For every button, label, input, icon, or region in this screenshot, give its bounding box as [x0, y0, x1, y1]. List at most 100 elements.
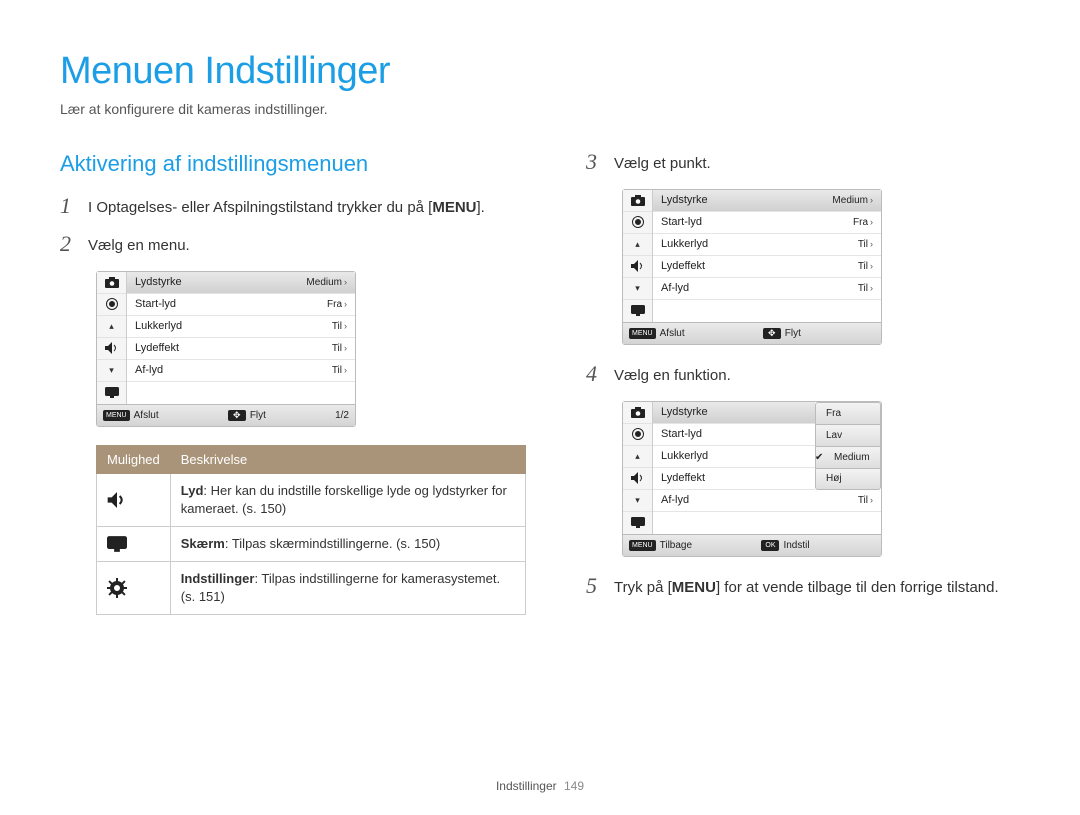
row-value: Fra› [327, 299, 347, 310]
menu-row[interactable]: Lydeffekt Til› [127, 338, 355, 360]
option-item[interactable]: Høj [815, 468, 881, 490]
option-item[interactable]: Lav [815, 424, 881, 446]
option-submenu: Fra Lav ✔Medium Høj [815, 402, 881, 490]
menu-row[interactable]: Lukkerlyd [653, 446, 815, 468]
menu-row[interactable]: Start-lyd [653, 424, 815, 446]
step-text: Tryk på [MENU] for at vende tilbage til … [614, 575, 999, 599]
monitor-icon [97, 526, 171, 561]
menu-row[interactable]: Af-lyd Til› [127, 360, 355, 382]
menu-row[interactable]: Start-lyd Fra› [127, 294, 355, 316]
step-number: 5 [586, 575, 602, 597]
chevron-down-icon[interactable]: ▾ [97, 360, 126, 382]
menu-row[interactable]: Lydeffekt Til› [653, 256, 881, 278]
monitor-icon[interactable] [623, 512, 652, 534]
monitor-icon[interactable] [623, 300, 652, 322]
table-desc: Skærm: Tilpas skærmindstillingerne. (s. … [170, 526, 525, 561]
section-heading: Aktivering af indstillingsmenuen [60, 151, 526, 177]
record-icon[interactable] [97, 294, 126, 316]
step-2: 2 Vælg en menu. [60, 233, 526, 257]
chevron-up-icon[interactable]: ▴ [623, 234, 652, 256]
chevron-up-icon[interactable]: ▴ [623, 446, 652, 468]
step-1-post: ]. [477, 199, 485, 216]
widget-footer: MENU Afslut ✥ Flyt [623, 322, 881, 344]
record-icon[interactable] [623, 212, 652, 234]
menu-row[interactable]: Af-lyd Til› [653, 490, 881, 512]
left-column: Aktivering af indstillingsmenuen 1 I Opt… [60, 151, 526, 615]
footer-back-label: Tilbage [660, 540, 692, 551]
speaker-icon [97, 473, 171, 526]
speaker-icon[interactable] [97, 338, 126, 360]
record-icon[interactable] [623, 424, 652, 446]
row-label: Lydeffekt [661, 260, 705, 272]
chevron-right-icon: › [344, 277, 347, 287]
chevron-right-icon: › [344, 321, 347, 331]
row-label: Af-lyd [661, 494, 689, 506]
camera-menu-widget-2: ▴ ▾ Lydstyrke Medium› Start-lyd Fra› [622, 189, 882, 345]
page-title: Menuen Indstillinger [60, 50, 1020, 93]
step-5: 5 Tryk på [MENU] for at vende tilbage ti… [586, 575, 1020, 599]
chevron-right-icon: › [344, 299, 347, 309]
step-1-pre: I Optagelses- eller Afspilningstilstand … [88, 199, 432, 216]
menu-row[interactable]: Lydstyrke [653, 402, 815, 424]
widget-footer: MENU Tilbage OK Indstil [623, 534, 881, 556]
chevron-right-icon: › [344, 365, 347, 375]
step-5-pre: Tryk på [ [614, 579, 672, 596]
menu-row[interactable]: Af-lyd Til› [653, 278, 881, 300]
footer-move-label: Flyt [785, 328, 801, 339]
camera-icon[interactable] [97, 272, 126, 294]
menu-row[interactable]: Lukkerlyd Til› [653, 234, 881, 256]
chevron-down-icon[interactable]: ▾ [623, 278, 652, 300]
nav-cross-icon: ✥ [228, 410, 246, 421]
step-number: 4 [586, 363, 602, 385]
option-item-selected[interactable]: ✔Medium [815, 446, 881, 468]
step-1: 1 I Optagelses- eller Afspilningstilstan… [60, 195, 526, 219]
row-value: Medium› [832, 195, 873, 206]
page-subtitle: Lær at konfigurere dit kameras indstilli… [60, 101, 1020, 117]
menu-row-empty [653, 300, 881, 322]
chevron-right-icon: › [870, 261, 873, 271]
menu-row[interactable]: Lukkerlyd Til› [127, 316, 355, 338]
camera-icon[interactable] [623, 190, 652, 212]
row-value: Til› [332, 321, 347, 332]
camera-menu-widget-1: ▴ ▾ Lydstyrke Medium› Start-lyd Fra› [96, 271, 356, 427]
row-label: Lydeffekt [661, 472, 705, 484]
table-header-description: Beskrivelse [170, 445, 525, 473]
footer-exit-label: Afslut [660, 328, 685, 339]
menu-row[interactable]: Start-lyd Fra› [653, 212, 881, 234]
row-value: Til› [858, 239, 873, 250]
widget-sidebar: ▴ ▾ [623, 402, 653, 534]
chevron-right-icon: › [344, 343, 347, 353]
widget-footer: MENU Afslut ✥ Flyt 1/2 [97, 404, 355, 426]
step-5-post: ] for at vende tilbage til den forrige t… [716, 579, 999, 596]
widget-sidebar: ▴ ▾ [97, 272, 127, 404]
nav-cross-icon: ✥ [763, 328, 781, 339]
chevron-up-icon[interactable]: ▴ [97, 316, 126, 338]
menu-key-icon: MENU [103, 410, 130, 421]
menu-row[interactable]: Lydstyrke Medium› [653, 190, 881, 212]
row-label: Lydstyrke [135, 276, 182, 288]
monitor-icon[interactable] [97, 382, 126, 404]
chevron-right-icon: › [870, 239, 873, 249]
options-description-table: Mulighed Beskrivelse Lyd: Her kan du ind… [96, 445, 526, 616]
footer-move-label: Flyt [250, 410, 266, 421]
option-item[interactable]: Fra [815, 402, 881, 424]
ok-key-icon: OK [761, 540, 779, 551]
chevron-down-icon[interactable]: ▾ [623, 490, 652, 512]
right-column: 3 Vælg et punkt. ▴ ▾ Lydstyrke Medium› [586, 151, 1020, 615]
row-value: Fra› [853, 217, 873, 228]
camera-icon[interactable] [623, 402, 652, 424]
menu-key-icon: MENU [629, 328, 656, 339]
check-icon: ✔ [815, 452, 823, 463]
row-value: Til› [858, 495, 873, 506]
row-value: Til› [858, 283, 873, 294]
menu-row[interactable]: Lydeffekt [653, 468, 815, 490]
speaker-icon[interactable] [623, 256, 652, 278]
menu-row[interactable]: Lydstyrke Medium› [127, 272, 355, 294]
chevron-right-icon: › [870, 283, 873, 293]
menu-key-icon: MENU [629, 540, 656, 551]
step-3: 3 Vælg et punkt. [586, 151, 1020, 175]
speaker-icon[interactable] [623, 468, 652, 490]
row-label: Start-lyd [661, 428, 702, 440]
footer-page-indicator: 1/2 [335, 410, 349, 421]
row-value: Til› [332, 365, 347, 376]
